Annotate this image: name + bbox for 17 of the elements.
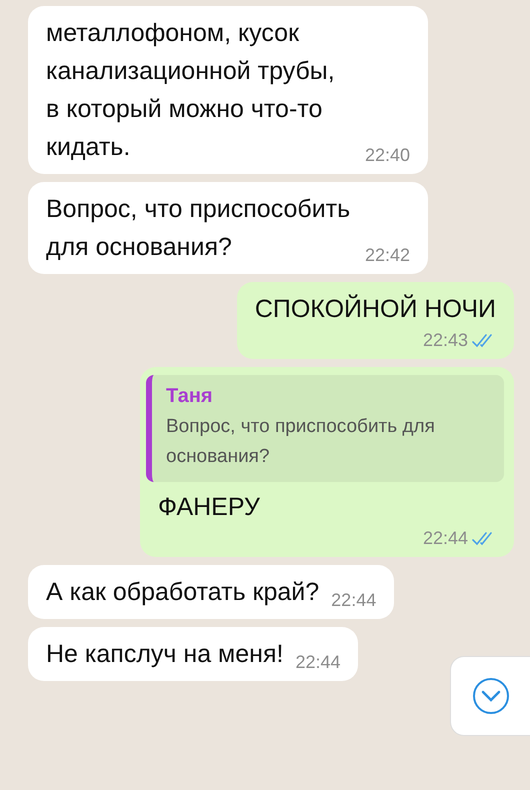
message-text: СПОКОЙНОЙ НОЧИ: [254, 293, 496, 325]
message-text: А как обработать край?: [46, 577, 320, 608]
message-time: 22:40: [364, 145, 410, 166]
message-text: металлофоном, кусок канализационной трубы, в который можно что-то кидать.: [46, 18, 336, 163]
message-time: 22:44: [295, 652, 340, 673]
chevron-down-icon: [472, 677, 510, 715]
message-text: ФАНЕРУ: [158, 492, 261, 523]
message-time: 22:43: [422, 330, 468, 351]
quoted-message[interactable]: Таня Вопрос, что приспособить для основания?: [146, 375, 504, 482]
message-time: 22:44: [331, 590, 376, 611]
quote-text: Вопрос, что приспособить для основания?: [166, 415, 436, 469]
message-time: 22:44: [422, 528, 468, 549]
scroll-down-button[interactable]: [450, 656, 530, 736]
quote-author: Таня: [166, 385, 214, 408]
message-text: Не капслуч на меня!: [46, 639, 284, 670]
message-text: Вопрос, что приспособить для основания?: [46, 194, 352, 263]
message-time: 22:42: [364, 245, 410, 266]
